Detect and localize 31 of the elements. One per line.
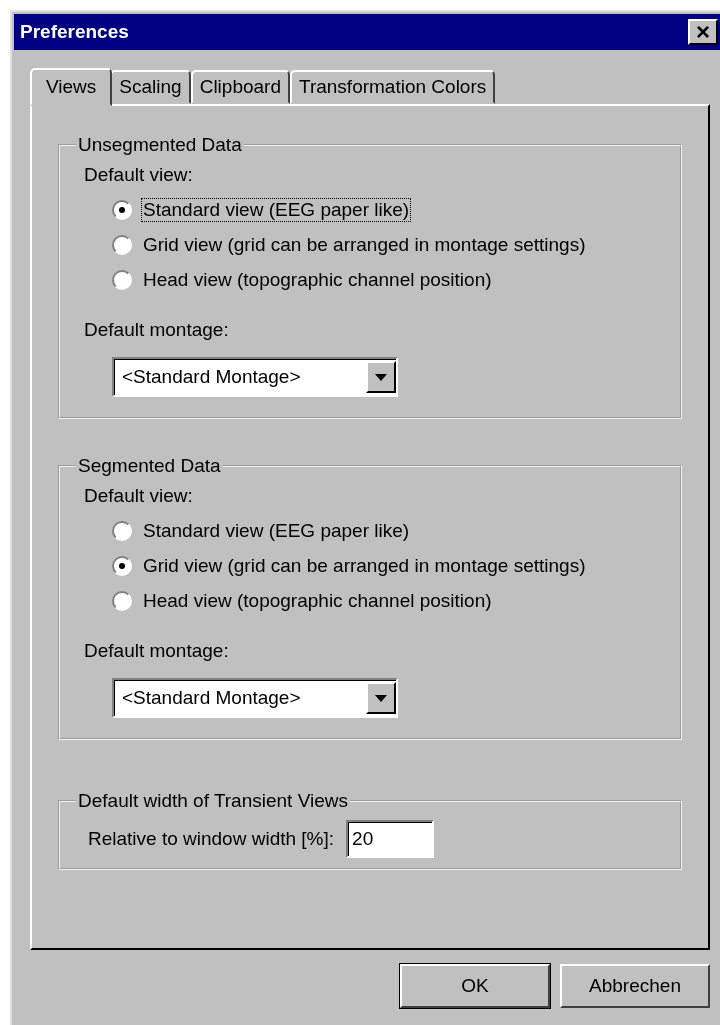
tab[interactable]: Views [30, 68, 113, 106]
montage-label: Default montage: [84, 640, 230, 662]
radio-label[interactable]: Grid view (grid can be arranged in montage settings) [142, 554, 587, 577]
radio-button[interactable] [112, 269, 132, 290]
radio-button[interactable] [112, 520, 132, 541]
tab[interactable]: Transformation Colors [290, 70, 496, 104]
radio-label[interactable]: Head view (topographic channel position) [142, 268, 493, 291]
montage-dropdown[interactable]: <Standard Montage> [112, 678, 398, 718]
window-title: Preferences [20, 21, 129, 43]
radio-label[interactable]: Grid view (grid can be arranged in montage settings) [142, 233, 587, 256]
montage-label: Default montage: [84, 319, 230, 341]
tab[interactable]: Clipboard [190, 70, 290, 104]
close-button[interactable]: × [688, 19, 718, 45]
field-label: Relative to window width [%]: [88, 828, 335, 850]
montage-dropdown[interactable]: <Standard Montage> [112, 357, 398, 397]
group-title: Segmented Data [77, 455, 222, 477]
dialog-button[interactable]: Abbrechen [560, 964, 710, 1008]
radio-button[interactable] [112, 590, 132, 611]
dialog-button[interactable]: OK [400, 964, 550, 1008]
radio-label[interactable]: Standard view (EEG paper like) [142, 519, 411, 542]
view-label: Default view: [84, 485, 194, 507]
radio-button[interactable] [112, 555, 132, 576]
tab[interactable]: Scaling [110, 70, 191, 104]
radio-label[interactable]: Head view (topographic channel position) [142, 589, 493, 612]
width-input-field[interactable]: 20 [346, 820, 435, 858]
radio-button[interactable] [112, 234, 132, 255]
view-label: Default view: [84, 164, 194, 186]
radio-button[interactable] [112, 199, 132, 220]
group-title: Default width of Transient Views [77, 790, 349, 812]
radio-label[interactable]: Standard view (EEG paper like) [142, 198, 411, 221]
group-title: Unsegmented Data [77, 134, 243, 156]
